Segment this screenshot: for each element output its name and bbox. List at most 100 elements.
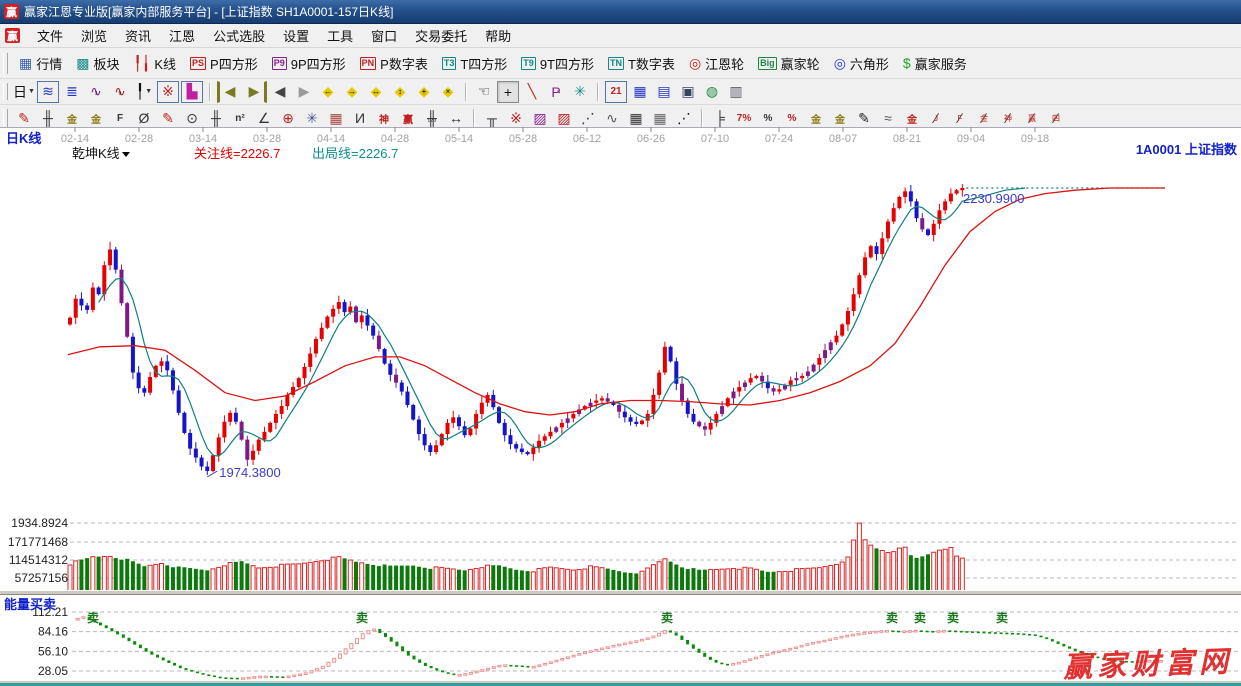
hand-tool-icon[interactable]: ☜ bbox=[473, 81, 495, 103]
trend-angles-icon[interactable]: ⋰ bbox=[577, 107, 599, 129]
period-day-icon[interactable]: 日 ▼ bbox=[13, 81, 35, 103]
save-icon[interactable]: ▣ bbox=[677, 81, 699, 103]
trendline-tool-icon[interactable]: ╲ bbox=[521, 81, 543, 103]
toolbar-item-gann-wheel[interactable]: ◎ 江恩轮 bbox=[682, 51, 751, 75]
f-slash-icon[interactable]: ∕ F bbox=[949, 107, 971, 129]
single-candle-icon[interactable]: ╿ ▼ bbox=[133, 81, 155, 103]
rays-fan-icon[interactable]: ※ bbox=[505, 107, 527, 129]
gold-circle-icon[interactable]: 金 bbox=[805, 107, 827, 129]
kline-chart[interactable]: 02-14 02-28 03-14 03-28 04-14 04-28 05-14 05-28… bbox=[0, 127, 1241, 686]
toolbar-grip[interactable] bbox=[3, 52, 8, 74]
menu-tools[interactable]: 工具 bbox=[318, 24, 362, 47]
star-grid-icon[interactable]: ✳ bbox=[301, 107, 323, 129]
step-chart-3-icon[interactable]: ∿ ₃ bbox=[85, 81, 107, 103]
toolbar-grip[interactable] bbox=[3, 108, 8, 128]
toolbar-item-hexagon[interactable]: ◎ 六角形 bbox=[827, 51, 896, 75]
menu-window[interactable]: 窗口 bbox=[362, 24, 406, 47]
gold-ruler-2-icon[interactable]: 金 bbox=[85, 107, 107, 129]
circle-ruler-icon[interactable]: Ø bbox=[133, 107, 155, 129]
si-slash-icon[interactable]: ∕ 四 bbox=[1045, 107, 1067, 129]
gold-slash-icon[interactable]: ∕ 金 bbox=[973, 107, 995, 129]
ying-slash-icon[interactable]: ∕ 赢 bbox=[1021, 107, 1043, 129]
toolbar-item-winner-wheel[interactable]: Big 赢家轮 bbox=[751, 51, 827, 75]
zoom-in-icon[interactable]: ◆ + bbox=[413, 81, 435, 103]
target-circle-icon[interactable]: ⊕ bbox=[277, 107, 299, 129]
angle-tool-icon[interactable]: ∠ bbox=[253, 107, 275, 129]
trend-chart-icon[interactable]: ≋ bbox=[37, 80, 59, 103]
pen-ruler-icon[interactable]: ✎ bbox=[157, 107, 179, 129]
quote-mark-icon[interactable]: И bbox=[349, 107, 371, 129]
first-bar-icon[interactable]: ◀ bbox=[217, 80, 241, 103]
gold-eq-icon[interactable]: 金 bbox=[829, 107, 851, 129]
notepad-icon[interactable]: ▤ bbox=[653, 81, 675, 103]
toolbar-item-9p-square[interactable]: P9 9P四方形 bbox=[265, 51, 353, 75]
pen-tool-icon[interactable]: ✎ bbox=[13, 107, 35, 129]
menu-trade[interactable]: 交易委托 bbox=[406, 24, 476, 47]
toolbar-item-sectors[interactable]: ▩ 板块 bbox=[69, 51, 126, 75]
grid-box-2-icon[interactable]: ▦ bbox=[649, 107, 671, 129]
calculator-icon[interactable]: ▦ bbox=[629, 81, 651, 103]
workstation-icon[interactable]: ▥ bbox=[725, 81, 747, 103]
gold-ruler-1-icon[interactable]: 金 bbox=[61, 107, 83, 129]
menu-settings[interactable]: 设置 bbox=[274, 24, 318, 47]
percent-icon[interactable]: % bbox=[757, 107, 779, 129]
percent-line-icon[interactable]: % bbox=[781, 107, 803, 129]
volume-histogram-icon[interactable]: ▙ bbox=[181, 80, 203, 103]
f-ruler-icon[interactable]: F bbox=[109, 107, 131, 129]
toolbar-item-9t-square[interactable]: T9 9T四方形 bbox=[514, 51, 601, 75]
toolbar-item-t-square[interactable]: T3 T四方形 bbox=[435, 51, 514, 75]
menu-file[interactable]: 文件 bbox=[28, 24, 72, 47]
web-data-icon[interactable]: ◍ bbox=[701, 81, 723, 103]
j-slash-icon[interactable]: ∕ J bbox=[925, 107, 947, 129]
calendar-21-icon[interactable]: 21 bbox=[605, 80, 627, 103]
zoom-out-icon[interactable]: ◆ × bbox=[437, 81, 459, 103]
scale-steps-icon[interactable]: ╞ bbox=[709, 107, 731, 129]
wave-gold-icon[interactable]: ≈ bbox=[877, 107, 899, 129]
special-kline-icon[interactable]: ※ bbox=[157, 80, 179, 103]
price-ruler-icon[interactable]: ╫ bbox=[205, 107, 227, 129]
quote-list-icon[interactable]: ≣ bbox=[61, 81, 83, 103]
n2-ruler-icon[interactable]: n² bbox=[229, 107, 251, 129]
rays-box-purple-icon[interactable]: ▨ bbox=[529, 107, 551, 129]
measure-width-icon[interactable]: ↔ bbox=[445, 107, 467, 129]
step-chart-9-icon[interactable]: ∿ ₉ bbox=[109, 81, 131, 103]
parallel-lines-icon[interactable]: ⋰ bbox=[673, 107, 695, 129]
wave-lines-icon[interactable]: ∿ bbox=[601, 107, 623, 129]
ruler-123-icon[interactable]: ╫ ₁₂₃ bbox=[421, 107, 443, 129]
shen-tool-icon[interactable]: 神 bbox=[373, 107, 395, 129]
menu-gann[interactable]: 江恩 bbox=[160, 24, 204, 47]
ying-tool-icon[interactable]: 赢 bbox=[397, 107, 419, 129]
menu-formula-pick[interactable]: 公式选股 bbox=[204, 24, 274, 47]
box-corner-icon[interactable]: ╥ bbox=[481, 107, 503, 129]
zoom-horizontal-icon[interactable]: ◆ ↔ bbox=[365, 81, 387, 103]
menu-help[interactable]: 帮助 bbox=[476, 24, 520, 47]
last-bar-icon[interactable]: ▶ bbox=[243, 80, 267, 103]
toolbar-item-quotes[interactable]: ▦ 行情 bbox=[12, 51, 69, 75]
grid-box-1-icon[interactable]: ▦ bbox=[625, 107, 647, 129]
menu-news[interactable]: 资讯 bbox=[116, 24, 160, 47]
toolbar-item-t-table[interactable]: TN T数字表 bbox=[601, 51, 682, 75]
percent-7-icon[interactable]: 7% bbox=[733, 107, 755, 129]
ink-pen-icon[interactable]: ✎ bbox=[853, 107, 875, 129]
spiral-tool-icon[interactable]: ✳ bbox=[569, 81, 591, 103]
rays-box-red-icon[interactable]: ▨ bbox=[553, 107, 575, 129]
shift-left-icon[interactable]: ◆ ← bbox=[317, 81, 339, 103]
net-grid-icon[interactable]: ▦ bbox=[325, 107, 347, 129]
toolbar-item-p-square[interactable]: PS P四方形 bbox=[183, 51, 265, 75]
toolbar-item-kline[interactable]: ╿╽ K线 bbox=[127, 51, 184, 75]
kline-type-dropdown[interactable]: 乾坤K线 bbox=[72, 147, 130, 161]
toolbar-item-p-table[interactable]: PN P数字表 bbox=[353, 51, 435, 75]
toolbar-grip[interactable] bbox=[3, 82, 8, 101]
crosshair-tool-icon[interactable]: + bbox=[497, 80, 519, 103]
prev-bar-icon[interactable]: ◀ bbox=[269, 81, 291, 103]
zoom-vertical-icon[interactable]: ◆ ↕ bbox=[389, 81, 411, 103]
time-ruler-icon[interactable]: ⊙ bbox=[181, 107, 203, 129]
shen-slash-icon[interactable]: ∕ 神 bbox=[997, 107, 1019, 129]
ruler-tool-icon[interactable]: ╫ bbox=[37, 107, 59, 129]
menu-view[interactable]: 浏览 bbox=[72, 24, 116, 47]
shift-right-icon[interactable]: ◆ → bbox=[341, 81, 363, 103]
gann-p-tool-icon[interactable]: Ҏ bbox=[545, 81, 567, 103]
next-bar-icon[interactable]: ▶ bbox=[293, 81, 315, 103]
gold-red-icon[interactable]: 金 bbox=[901, 107, 923, 129]
toolbar-item-winner-service[interactable]: $ 赢家服务 bbox=[896, 51, 974, 75]
